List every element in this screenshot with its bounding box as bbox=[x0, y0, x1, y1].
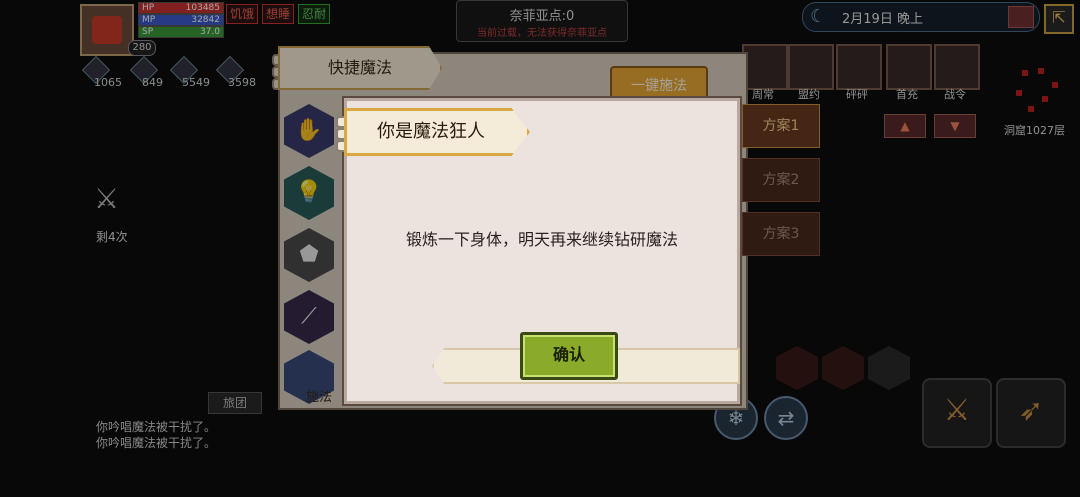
dialog-title: 你是魔法狂人 bbox=[344, 108, 530, 156]
dialog-message: 锻炼一下身体，明天再来继续钻研魔法 bbox=[405, 230, 678, 249]
confirm-button[interactable]: 确认 bbox=[520, 332, 618, 380]
